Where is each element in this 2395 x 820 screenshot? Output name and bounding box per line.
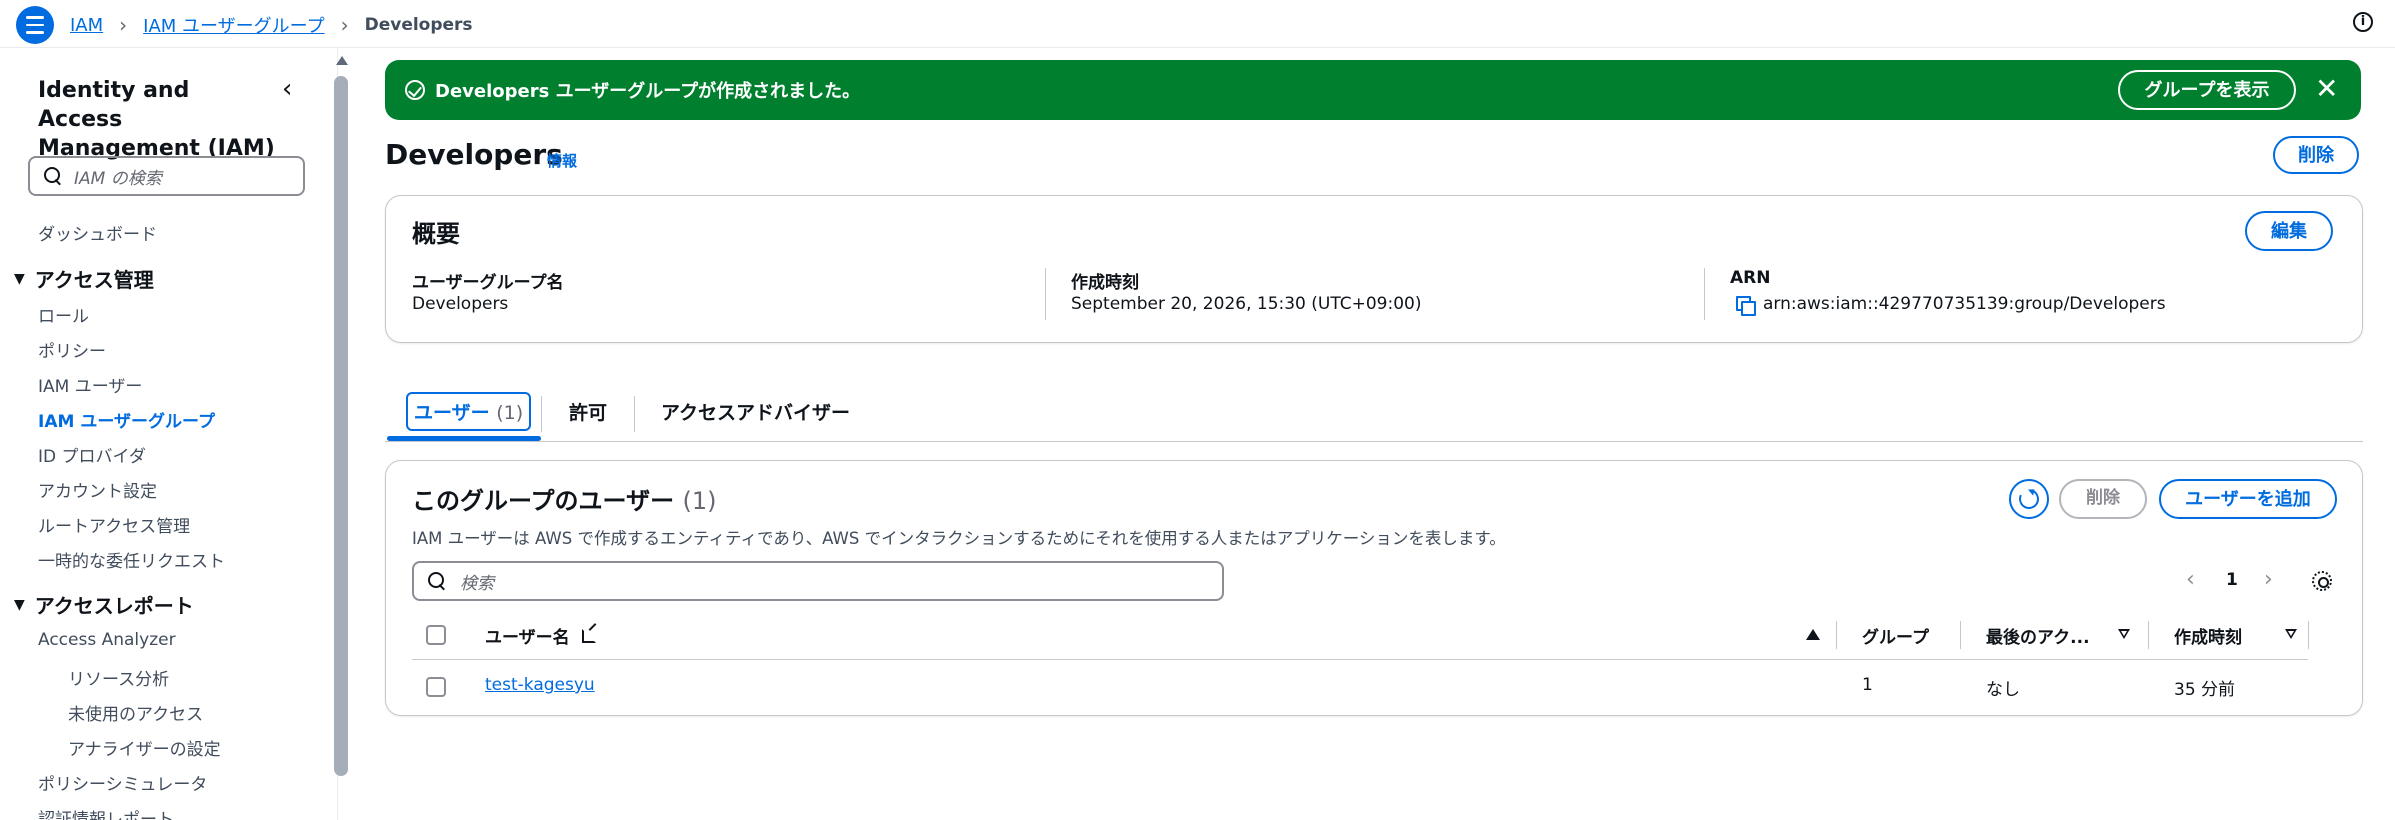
group-name-label: ユーザーグループ名 xyxy=(412,273,564,293)
column-separator xyxy=(2308,621,2309,649)
column-header-groups[interactable]: グループ xyxy=(1862,623,1929,648)
arn-value: arn:aws:iam::429770735139:group/Develope… xyxy=(1763,294,2166,314)
collapse-sidebar-icon[interactable]: ‹ xyxy=(282,74,292,104)
column-separator xyxy=(1960,621,1961,649)
external-link-icon xyxy=(582,629,596,643)
success-check-icon xyxy=(405,80,425,100)
scroll-up-arrow-icon[interactable] xyxy=(336,56,348,65)
row-checkbox[interactable] xyxy=(426,677,446,697)
sidebar-item-temporary-delegation[interactable]: 一時的な委任リクエスト xyxy=(38,547,225,572)
pagination-prev-icon[interactable]: ‹ xyxy=(2186,567,2195,592)
chevron-right-icon: › xyxy=(119,13,128,37)
group-name-value: Developers xyxy=(412,294,509,314)
tab-separator xyxy=(541,396,542,432)
column-header-last-activity[interactable]: 最後のアク... xyxy=(1986,623,2090,648)
sidebar-item-unused-access[interactable]: 未使用のアクセス xyxy=(68,700,203,725)
breadcrumb-user-groups[interactable]: IAM ユーザーグループ xyxy=(143,12,324,38)
creation-time-value: September 20, 2026, 15:30 (UTC+09:00) xyxy=(1071,294,1422,314)
sidebar-section-access-reports[interactable]: ▼ アクセスレポート xyxy=(14,590,194,619)
users-search-input[interactable]: 検索 xyxy=(412,561,1224,601)
sort-ascending-icon[interactable] xyxy=(1806,629,1820,640)
sidebar-item-account-settings[interactable]: アカウント設定 xyxy=(38,477,157,502)
sidebar-item-iam-users[interactable]: IAM ユーザー xyxy=(38,372,142,397)
delete-group-button[interactable]: 削除 xyxy=(2273,136,2359,174)
sidebar-title: Identity and Access Management (IAM) xyxy=(38,78,275,161)
refresh-icon[interactable] xyxy=(2009,479,2049,519)
edit-button[interactable]: 編集 xyxy=(2245,211,2333,251)
flash-message: Developers ユーザーグループが作成されました。 xyxy=(435,81,861,102)
gear-icon[interactable] xyxy=(2312,571,2332,591)
menu-icon[interactable] xyxy=(16,6,54,44)
arn-label: ARN xyxy=(1730,268,1771,288)
users-description: IAM ユーザーは AWS で作成するエンティティであり、AWS でインタラクシ… xyxy=(412,529,1506,548)
sidebar-item-resource-analysis[interactable]: リソース分析 xyxy=(68,665,169,690)
user-groups-count: 1 xyxy=(1862,675,1873,695)
pagination-page[interactable]: 1 xyxy=(2226,570,2238,590)
remove-users-button[interactable]: 削除 xyxy=(2059,479,2147,519)
active-tab-indicator xyxy=(387,436,541,441)
sidebar-item-roles[interactable]: ロール xyxy=(38,302,89,327)
caret-down-icon: ▼ xyxy=(14,596,25,613)
column-separator xyxy=(1836,621,1837,649)
column-header-username[interactable]: ユーザー名 xyxy=(485,623,570,648)
breadcrumb-iam[interactable]: IAM xyxy=(70,15,103,36)
tab-users[interactable]: ユーザー (1) xyxy=(406,392,532,431)
tab-access-advisor[interactable]: アクセスアドバイザー xyxy=(661,398,850,425)
pagination-next-icon[interactable]: › xyxy=(2264,567,2273,592)
column-separator xyxy=(2148,621,2149,649)
caret-down-icon: ▼ xyxy=(14,270,25,287)
users-heading: このグループのユーザー (1) xyxy=(412,487,717,515)
sidebar-item-root-access[interactable]: ルートアクセス管理 xyxy=(38,512,190,537)
group-users-panel: このグループのユーザー (1) IAM ユーザーは AWS で作成するエンティテ… xyxy=(385,460,2363,716)
sidebar-item-user-groups[interactable]: IAM ユーザーグループ xyxy=(38,407,215,432)
sidebar-item-credential-report[interactable]: 認証情報レポート xyxy=(38,805,174,820)
sidebar-item-analyzer-settings[interactable]: アナライザーの設定 xyxy=(68,735,221,760)
sort-icon[interactable] xyxy=(2285,629,2297,639)
info-link[interactable]: 情報 xyxy=(547,150,577,171)
summary-panel: 概要 ユーザーグループ名 Developers 作成時刻 September 2… xyxy=(385,195,2363,343)
top-navigation-bar: IAM › IAM ユーザーグループ › Developers i xyxy=(0,0,2395,48)
search-icon xyxy=(44,167,62,185)
creation-time-label: 作成時刻 xyxy=(1071,273,1139,293)
summary-heading: 概要 xyxy=(412,220,460,248)
sidebar-item-identity-providers[interactable]: ID プロバイダ xyxy=(38,442,146,467)
sidebar-section-access-management[interactable]: ▼ アクセス管理 xyxy=(14,264,154,293)
chevron-right-icon: › xyxy=(340,13,349,37)
tab-list: ユーザー (1) 許可 アクセスアドバイザー xyxy=(385,386,2363,442)
breadcrumb-current: Developers xyxy=(364,15,473,35)
sidebar-item-access-analyzer[interactable]: Access Analyzer xyxy=(38,630,176,650)
divider xyxy=(1704,268,1705,320)
close-icon[interactable]: ✕ xyxy=(2315,72,2338,105)
user-name-link[interactable]: test-kagesyu xyxy=(485,675,595,695)
scrollbar-thumb[interactable] xyxy=(334,76,348,776)
tab-separator xyxy=(634,396,635,432)
column-header-created[interactable]: 作成時刻 xyxy=(2174,623,2242,648)
divider xyxy=(1045,268,1046,320)
page-title: Developers xyxy=(385,138,563,171)
view-group-button[interactable]: グループを表示 xyxy=(2118,70,2296,110)
sidebar-item-policies[interactable]: ポリシー xyxy=(38,337,106,362)
table-header-divider xyxy=(412,659,2308,660)
info-icon[interactable]: i xyxy=(2353,12,2373,32)
sidebar: Identity and Access Management (IAM) ‹ I… xyxy=(0,48,338,820)
sort-icon[interactable] xyxy=(2118,629,2130,639)
success-flashbar: Developers ユーザーグループが作成されました。 グループを表示 ✕ xyxy=(385,60,2361,120)
copy-icon[interactable] xyxy=(1736,296,1756,316)
breadcrumb: IAM › IAM ユーザーグループ › Developers xyxy=(70,12,473,38)
select-all-checkbox[interactable] xyxy=(426,625,446,645)
user-last-activity: なし xyxy=(1986,680,2020,700)
sidebar-search-input[interactable]: IAM の検索 xyxy=(28,156,305,196)
tab-permissions[interactable]: 許可 xyxy=(569,398,607,425)
search-icon xyxy=(428,572,446,590)
add-users-button[interactable]: ユーザーを追加 xyxy=(2159,479,2337,519)
sidebar-item-policy-simulator[interactable]: ポリシーシミュレータ xyxy=(38,770,207,795)
sidebar-item-dashboard[interactable]: ダッシュボード xyxy=(38,220,157,245)
user-created: 35 分前 xyxy=(2174,680,2236,700)
sidebar-scrollbar[interactable] xyxy=(334,56,348,820)
